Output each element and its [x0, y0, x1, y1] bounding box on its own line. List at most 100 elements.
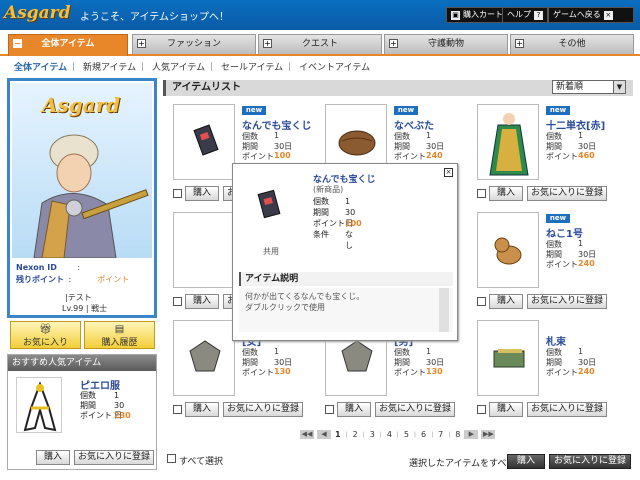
add-favorite-button[interactable]: お気に入りに登録: [375, 402, 455, 417]
back-to-game-button[interactable]: ゲームへ戻る ×: [548, 7, 634, 23]
tab-other[interactable]: + その他: [510, 34, 634, 54]
item-name[interactable]: 十二単衣[赤]: [546, 117, 605, 132]
page-link[interactable]: 3: [369, 430, 376, 439]
recommended-item-name[interactable]: ピエロ服: [80, 377, 120, 392]
select-all-checkbox[interactable]: [167, 454, 176, 463]
tab-quest[interactable]: + クエスト: [258, 34, 382, 54]
page-link[interactable]: 8: [454, 430, 461, 439]
subnav-popular[interactable]: 人気アイテム: [152, 63, 205, 73]
add-favorite-button[interactable]: お気に入りに登録: [527, 186, 607, 201]
add-favorite-button[interactable]: お気に入りに登録: [527, 294, 607, 309]
gift-icon: 🎁︎: [39, 324, 52, 335]
asgard-logo: Asgard: [4, 3, 71, 23]
purchase-history-button[interactable]: ▤ 購入履歴: [84, 321, 155, 349]
lottery-ticket-image: [255, 186, 285, 226]
item-name[interactable]: なべぶた: [394, 117, 434, 132]
pagination: ◀◀ ◀ 1 ｜ 2 ｜ 3 ｜ 4 ｜ 5 ｜ 6 ｜ 7 ｜ 8 ▶ ▶▶: [300, 430, 496, 439]
page-separator: ｜: [377, 432, 384, 439]
page-link[interactable]: 4: [386, 430, 393, 439]
item-name[interactable]: なんでも宝くじ: [242, 117, 312, 132]
page-separator: ｜: [412, 432, 419, 439]
page-link[interactable]: 6: [420, 430, 427, 439]
header-bar: Asgard ようこそ、アイテムショップへ！ ▣ 購入カート ヘルプ? ゲームへ戻…: [0, 0, 640, 30]
buy-button[interactable]: 購入: [337, 402, 371, 417]
page-link[interactable]: 1: [334, 430, 342, 439]
character-image: [33, 134, 149, 258]
page-separator: ｜: [446, 432, 453, 439]
buy-button[interactable]: 購入: [489, 186, 523, 201]
page-link[interactable]: 7: [437, 430, 444, 439]
item-checkbox[interactable]: [477, 189, 486, 198]
page-separator: ｜: [360, 432, 367, 439]
page-link[interactable]: 2: [352, 430, 359, 439]
item-thumbnail[interactable]: [173, 320, 235, 396]
close-icon[interactable]: ×: [444, 168, 453, 177]
welcome-text: ようこそ、アイテムショップへ！: [80, 12, 229, 23]
page-separator: ｜: [429, 432, 436, 439]
item-checkbox[interactable]: [173, 297, 182, 306]
tab-guardian-animal[interactable]: + 守護動物: [384, 34, 508, 54]
recommended-box: おすすめ人気アイテム ピエロ服 個数 1 期間 30日 ポイント 230 購入 お気に…: [7, 354, 157, 470]
item-thumbnail[interactable]: [477, 104, 539, 180]
subnav-sale[interactable]: セールアイテム: [221, 63, 283, 73]
item-card-money-bundle: 札束 個数 1 期間 30日 ポイント 240 購入 お気に入りに登録: [469, 318, 617, 422]
recommended-buy-button[interactable]: 購入: [36, 450, 70, 465]
item-checkbox[interactable]: [477, 405, 486, 414]
buy-button[interactable]: 購入: [185, 294, 219, 309]
tab-all-items[interactable]: − 全体アイテム: [8, 34, 128, 56]
character-portrait: Asgard: [12, 83, 152, 258]
subnav-event[interactable]: イベントアイテム: [299, 63, 370, 73]
sort-select[interactable]: 新着順 ▼: [552, 80, 626, 94]
clown-costume-thumb[interactable]: [16, 377, 62, 433]
plus-icon: +: [263, 39, 272, 48]
new-badge: new: [242, 106, 266, 115]
selected-all-label: 選択したアイテムをすべて: [409, 459, 516, 469]
item-detail-popup: × なんでも宝くじ (新商品) 個数 1 期間 30日 ポイント 100 条件 なし 共…: [232, 163, 458, 341]
add-favorite-button[interactable]: お気に入りに登録: [223, 402, 303, 417]
item-checkbox[interactable]: [477, 297, 486, 306]
item-name[interactable]: ねこ1号: [546, 225, 583, 240]
document-icon: ▤: [114, 324, 125, 335]
page-link[interactable]: 5: [403, 430, 410, 439]
first-page-icon[interactable]: ◀◀: [300, 430, 314, 439]
last-page-icon[interactable]: ▶▶: [481, 430, 496, 439]
bulk-buy-button[interactable]: 購入: [507, 454, 545, 469]
item-thumbnail[interactable]: [477, 212, 539, 288]
favorites-button[interactable]: 🎁︎ お気に入り: [10, 321, 81, 349]
popup-scrollbar[interactable]: [439, 288, 449, 332]
page-separator: ｜: [343, 432, 350, 439]
buy-button[interactable]: 購入: [185, 186, 219, 201]
next-page-icon[interactable]: ▶: [464, 430, 479, 439]
buy-button[interactable]: 購入: [185, 402, 219, 417]
help-button[interactable]: ヘルプ?: [502, 7, 548, 23]
cart-icon: ▣: [451, 10, 460, 20]
item-thumbnail[interactable]: [477, 320, 539, 396]
points-unit: ポイント: [97, 275, 130, 284]
buy-button[interactable]: 購入: [489, 402, 523, 417]
item-thumbnail[interactable]: [173, 104, 235, 180]
left-panel: Asgard Nexon ID : 残りポイント : ポイント |テスト Lv.9…: [7, 78, 157, 470]
add-favorite-button[interactable]: お気に入りに登録: [527, 402, 607, 417]
subnav-all[interactable]: 全体アイテム: [14, 63, 67, 73]
plus-icon: +: [515, 39, 524, 48]
character-profile: Asgard Nexon ID : 残りポイント : ポイント |テスト Lv.9…: [7, 78, 157, 318]
minus-icon: −: [13, 39, 22, 48]
item-checkbox[interactable]: [173, 189, 182, 198]
popup-details: 個数 1 期間 30日 ポイント 100 条件 なし: [313, 197, 362, 250]
bulk-fav-button[interactable]: お気に入りに登録: [549, 454, 631, 469]
item-checkbox[interactable]: [173, 405, 182, 414]
recommended-fav-button[interactable]: お気に入りに登録: [74, 450, 154, 465]
buy-button[interactable]: 購入: [489, 294, 523, 309]
tab-fashion[interactable]: + ファッション: [132, 34, 256, 54]
item-checkbox[interactable]: [325, 405, 334, 414]
popup-common-label: 共用: [263, 247, 279, 256]
popup-item-sub: (新商品): [313, 185, 344, 194]
popup-description: 何かが出てくるなんでも宝くじ。 ダブルクリックで使用: [239, 288, 453, 332]
cart-button[interactable]: ▣ 購入カート: [446, 7, 508, 23]
item-name[interactable]: 札束: [546, 333, 566, 348]
category-tabs: − 全体アイテム + ファッション + クエスト + 守護動物 + その他: [0, 30, 640, 56]
subnav-new[interactable]: 新規アイテム: [83, 63, 136, 73]
item-thumbnail[interactable]: [173, 212, 235, 288]
prev-page-icon[interactable]: ◀: [317, 430, 331, 439]
page-separator: ｜: [394, 432, 401, 439]
